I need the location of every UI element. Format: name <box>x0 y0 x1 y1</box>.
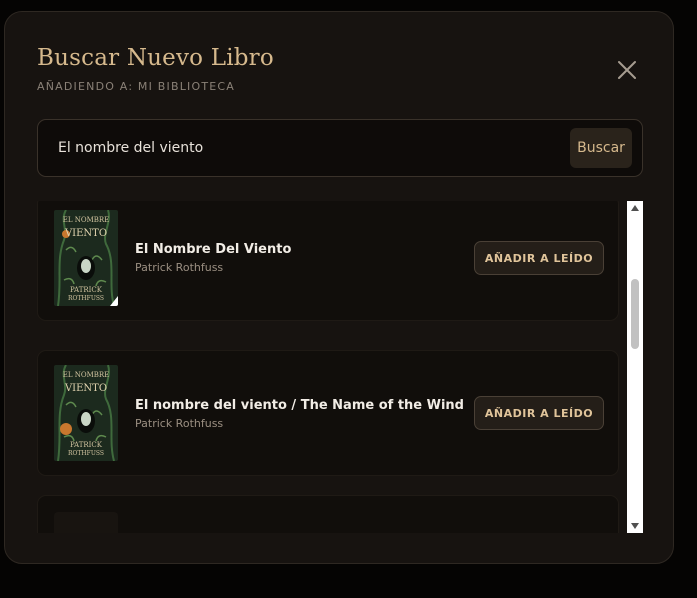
cover-text-2: VIENTO <box>64 228 107 239</box>
modal-title: Buscar Nuevo Libro <box>37 45 274 71</box>
book-title: El nombre del viento / The Name of the W… <box>135 398 464 413</box>
close-icon <box>618 61 636 79</box>
book-author: Patrick Rothfuss <box>135 261 224 274</box>
search-button[interactable]: Buscar <box>570 128 632 168</box>
scroll-thumb[interactable] <box>631 279 639 349</box>
result-card: EL NOMBRE VIENTO PATRICK ROTHFUSS El Nom… <box>37 201 619 321</box>
book-cover: EL NOMBRE VIENTO PATRICK ROTHFUSS <box>54 210 118 306</box>
results-scrollbar[interactable] <box>627 201 643 533</box>
search-bar: Buscar <box>37 119 643 177</box>
scroll-down-arrow-icon[interactable] <box>627 519 643 533</box>
close-button[interactable] <box>613 56 641 84</box>
result-card: EL NOMBRE VIENTO PATRICK ROTHFUSS El nom… <box>37 350 619 476</box>
add-to-read-button[interactable]: AÑADIR A LEÍDO <box>474 396 604 430</box>
result-card <box>37 495 619 533</box>
book-author: Patrick Rothfuss <box>135 417 224 430</box>
cover-text-1: EL NOMBRE <box>63 371 110 379</box>
search-input[interactable] <box>52 134 564 162</box>
results-list[interactable]: EL NOMBRE VIENTO PATRICK ROTHFUSS El Nom… <box>5 201 675 533</box>
cover-text-3: PATRICK <box>70 441 103 449</box>
scroll-up-arrow-icon[interactable] <box>627 201 643 215</box>
cover-text-4: ROTHFUSS <box>68 450 104 457</box>
book-cover-placeholder <box>54 512 118 533</box>
cover-text-1: EL NOMBRE <box>63 216 110 224</box>
cover-text-4: ROTHFUSS <box>68 295 104 302</box>
book-title: El Nombre Del Viento <box>135 242 292 257</box>
cover-text-2: VIENTO <box>64 383 107 394</box>
cover-text-3: PATRICK <box>70 286 103 294</box>
search-book-modal: Buscar Nuevo Libro AÑADIENDO A: MI BIBLI… <box>4 11 674 564</box>
book-cover: EL NOMBRE VIENTO PATRICK ROTHFUSS <box>54 365 118 461</box>
add-to-read-button[interactable]: AÑADIR A LEÍDO <box>474 241 604 275</box>
modal-subtitle: AÑADIENDO A: MI BIBLIOTECA <box>37 80 236 93</box>
